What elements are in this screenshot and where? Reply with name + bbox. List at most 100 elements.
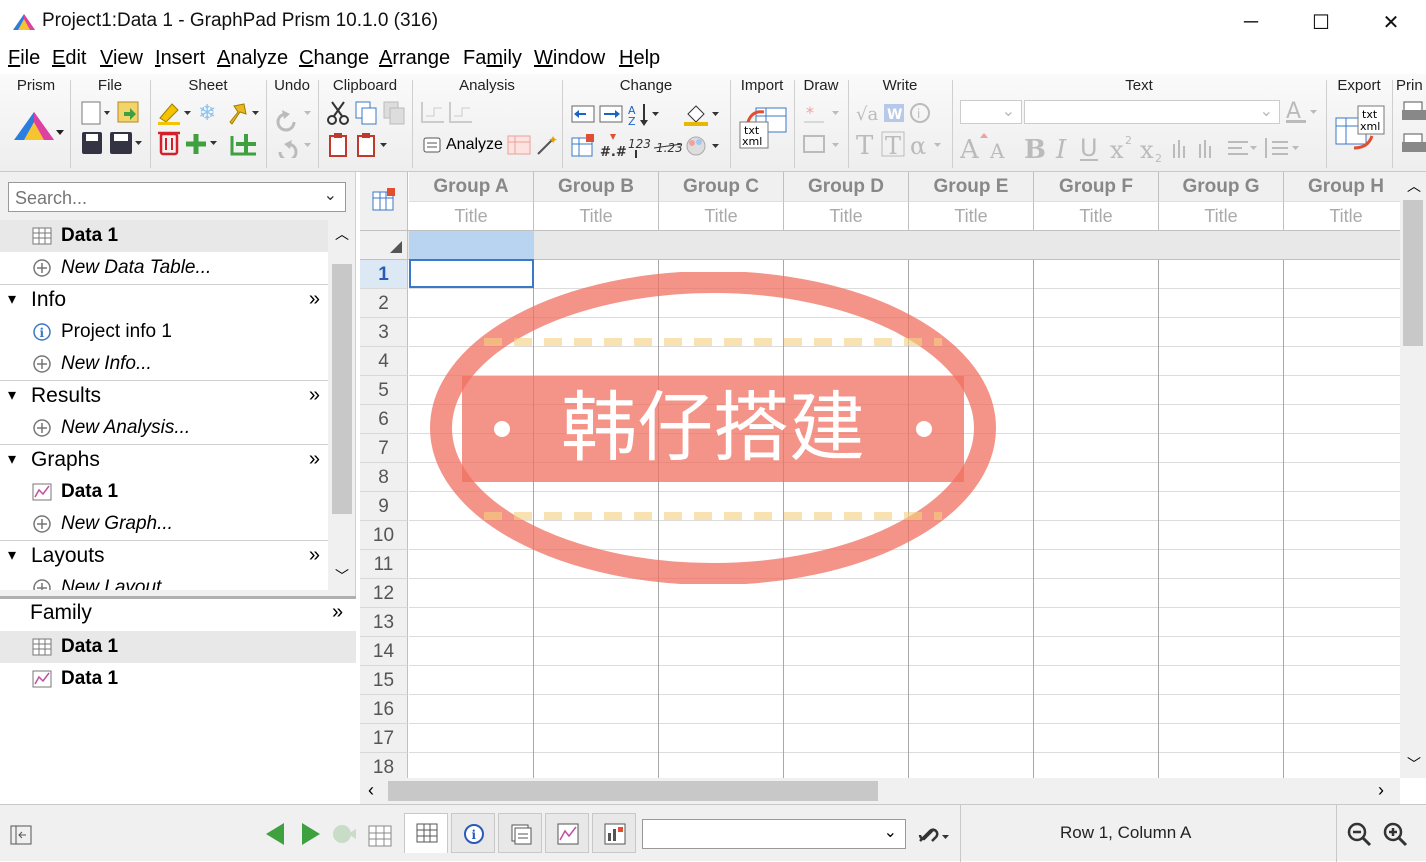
analysis-graph-icon[interactable] — [421, 102, 472, 123]
sheet-select-dropdown[interactable]: ⌄ — [642, 819, 906, 849]
menu-family[interactable]: Family — [463, 47, 522, 70]
active-cell[interactable] — [409, 259, 534, 288]
row-number[interactable]: 9 — [360, 492, 408, 521]
close-button[interactable]: ✕ — [1356, 0, 1426, 44]
tab-layouts[interactable] — [592, 813, 636, 853]
more-icon[interactable]: » — [309, 384, 320, 407]
save-as-icon[interactable] — [110, 132, 142, 154]
scroll-thumb[interactable] — [332, 264, 352, 514]
row-number[interactable]: 4 — [360, 347, 408, 376]
sheet-vertical-scrollbar[interactable]: ︿ ﹀ — [1400, 172, 1426, 778]
align-icon[interactable] — [1228, 141, 1257, 155]
row-number[interactable]: 15 — [360, 666, 408, 695]
nav-item-graph[interactable]: Data 1 — [0, 476, 328, 508]
gallery-icon[interactable] — [368, 825, 392, 847]
more-icon[interactable]: » — [309, 544, 320, 567]
redo-icon[interactable] — [278, 140, 311, 158]
more-icon[interactable]: » — [332, 601, 343, 624]
scroll-thumb[interactable] — [1403, 200, 1423, 346]
tab-info[interactable]: i — [451, 813, 495, 853]
column-title-cell[interactable]: Title — [1284, 202, 1409, 230]
decrease-font-icon[interactable]: A — [989, 139, 1005, 163]
prism-menu-button[interactable] — [12, 108, 64, 144]
family-item-graph[interactable]: Data 1 — [0, 663, 356, 695]
row-number[interactable]: 6 — [360, 405, 408, 434]
copy-special-icon[interactable] — [383, 101, 405, 125]
row-number[interactable]: 2 — [360, 289, 408, 318]
table-analysis-icon[interactable] — [507, 135, 531, 155]
increase-font-icon[interactable]: A — [960, 133, 988, 164]
spacing-icon[interactable] — [1199, 140, 1211, 158]
selected-column-header-cell[interactable] — [409, 231, 534, 259]
section-graphs[interactable]: ▾ Graphs » — [0, 444, 328, 476]
sort-icon[interactable]: AZ — [628, 104, 659, 128]
menu-analyze[interactable]: Analyze — [217, 47, 288, 70]
column-header[interactable]: Group D — [784, 172, 909, 202]
italic-icon[interactable]: I — [1055, 135, 1067, 164]
forward-arrow-icon[interactable] — [298, 821, 322, 847]
highlight-icon[interactable] — [158, 103, 191, 125]
table-action-icon[interactable] — [571, 134, 594, 157]
add-sheet-icon[interactable] — [186, 134, 217, 154]
underline-icon[interactable]: U — [1080, 134, 1098, 162]
zoom-out-icon[interactable] — [1346, 821, 1372, 847]
back-arrow-icon[interactable] — [264, 821, 288, 847]
row-number[interactable]: 3 — [360, 318, 408, 347]
navigator-scrollbar[interactable]: ︿ ﹀ — [330, 220, 354, 590]
magic-wand-icon[interactable]: ✦ — [537, 133, 558, 155]
row-number[interactable]: 1 — [360, 260, 408, 289]
minimize-button[interactable]: ─ — [1216, 0, 1286, 44]
row-number[interactable]: 11 — [360, 550, 408, 579]
search-box[interactable]: ⌄ — [8, 182, 346, 212]
column-header[interactable]: Group G — [1159, 172, 1284, 202]
scroll-down-icon[interactable]: ﹀ — [335, 566, 349, 586]
freeze-icon[interactable]: ❄ — [198, 101, 216, 126]
open-file-icon[interactable] — [117, 101, 139, 123]
column-header[interactable]: Group F — [1034, 172, 1159, 202]
menu-insert[interactable]: Insert — [155, 47, 205, 70]
menu-view[interactable]: View — [100, 47, 143, 70]
menu-help[interactable]: Help — [619, 47, 660, 70]
row-number[interactable]: 14 — [360, 637, 408, 666]
text-tool-icon[interactable]: T — [856, 131, 874, 158]
undo-icon[interactable] — [276, 110, 311, 132]
paste-icon[interactable] — [329, 133, 347, 157]
font-family-select[interactable]: ⌄ — [1024, 100, 1280, 124]
more-icon[interactable]: » — [309, 288, 320, 311]
row-number[interactable]: 7 — [360, 434, 408, 463]
decimal-format-icon[interactable]: 1.23 — [653, 141, 683, 155]
scroll-down-icon[interactable]: ﹀ — [1407, 754, 1421, 774]
save-icon[interactable] — [82, 132, 102, 154]
family-navigate-icon[interactable] — [330, 821, 356, 847]
nav-item-new-layout[interactable]: New Layout... — [0, 572, 328, 590]
scroll-right-icon[interactable]: › — [1378, 780, 1384, 801]
menu-arrange[interactable]: Arrange — [379, 47, 450, 70]
scroll-left-icon[interactable]: ‹ — [368, 780, 374, 801]
column-header[interactable]: Group H — [1284, 172, 1409, 202]
equation-icon[interactable]: √a — [856, 104, 878, 125]
superscript-icon[interactable]: x2 — [1110, 134, 1132, 164]
row-title-corner[interactable] — [360, 231, 408, 259]
column-header[interactable]: Group E — [909, 172, 1034, 202]
maximize-button[interactable]: ☐ — [1286, 0, 1356, 44]
paste-special-icon[interactable] — [357, 133, 387, 157]
greek-letter-icon[interactable]: α — [910, 132, 941, 158]
more-icon[interactable]: » — [309, 448, 320, 471]
row-number[interactable]: 16 — [360, 695, 408, 724]
nav-item-project-info[interactable]: i Project info 1 — [0, 316, 328, 348]
scroll-thumb[interactable] — [388, 781, 878, 801]
bold-icon[interactable]: B — [1024, 135, 1046, 164]
font-size-select[interactable]: ⌄ — [960, 100, 1022, 124]
print-preview-icon[interactable] — [1402, 133, 1426, 152]
column-title-cell[interactable]: Title — [659, 202, 784, 230]
menu-change[interactable]: Change — [299, 47, 369, 70]
draw-rect-icon[interactable] — [803, 135, 839, 153]
export-button[interactable]: txtxml — [1334, 104, 1386, 154]
family-item-table[interactable]: Data 1 — [0, 631, 356, 663]
section-layouts[interactable]: ▾ Layouts » — [0, 540, 328, 572]
add-column-icon[interactable] — [230, 134, 256, 156]
row-number[interactable]: 12 — [360, 579, 408, 608]
column-title-cell[interactable]: Title — [1159, 202, 1284, 230]
nav-item-new-info[interactable]: New Info... — [0, 348, 328, 380]
line-spacing-icon[interactable] — [1265, 138, 1299, 158]
